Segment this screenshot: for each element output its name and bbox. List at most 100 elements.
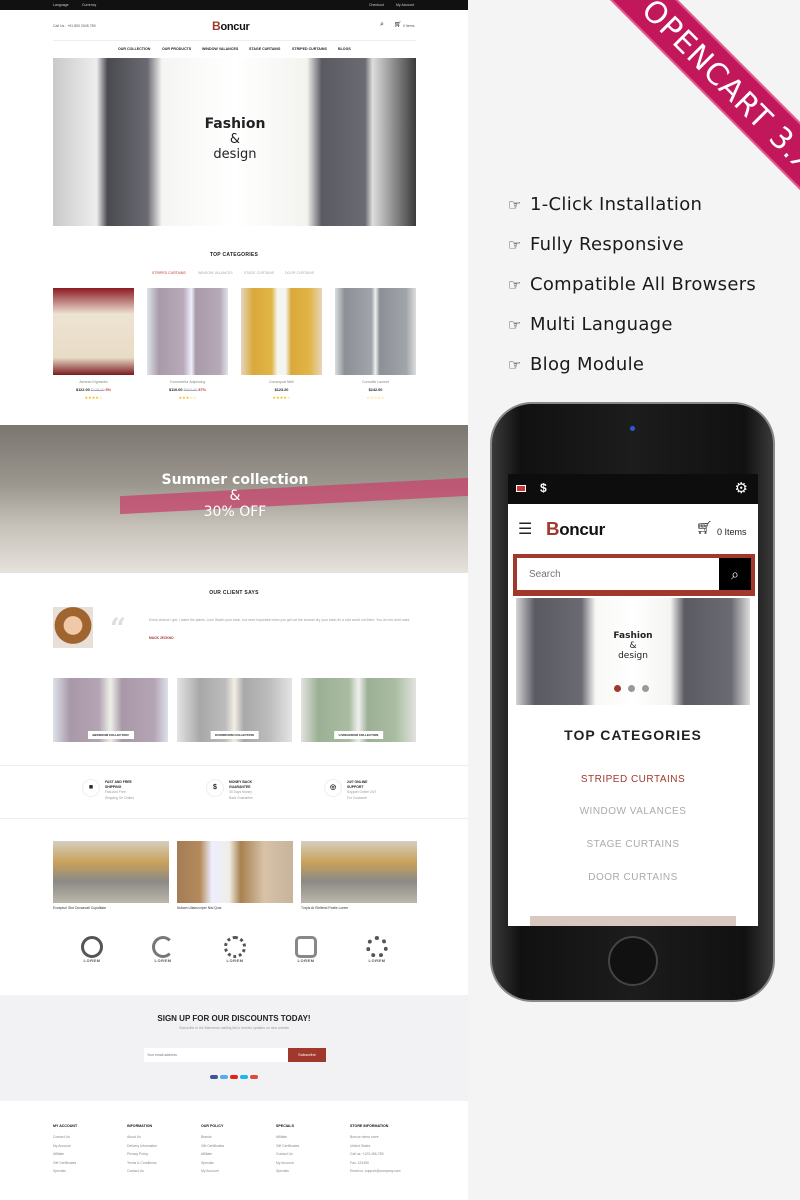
nav-item[interactable]: WINDOW VALANCES (202, 47, 238, 51)
search-button[interactable]: ⌕ (719, 558, 751, 590)
footer-link[interactable]: Gift Certificates (201, 1142, 224, 1151)
slider-dot[interactable] (628, 685, 635, 692)
footer-text: Fax: 123456 (350, 1160, 369, 1165)
footer-link[interactable]: Brands (201, 1133, 224, 1142)
footer-link[interactable]: Affiliate (53, 1150, 77, 1159)
currency-button[interactable]: $ (540, 481, 547, 495)
language-link[interactable]: Language (53, 3, 69, 7)
tab-striped[interactable]: STRIPED CURTAINS (152, 271, 186, 275)
blog-image[interactable] (177, 841, 293, 903)
currency-link[interactable]: Currency (82, 3, 96, 7)
footer-link[interactable]: Specials (276, 1167, 299, 1176)
footer-link[interactable]: Specials (53, 1167, 77, 1176)
logo[interactable]: Boncur (212, 19, 250, 33)
footer-link[interactable]: Contact Us (127, 1167, 157, 1176)
hand-pointer-icon: ☞ (508, 356, 522, 374)
cart-count[interactable]: 0 Items (403, 24, 414, 28)
brand-logo[interactable]: LOREM (77, 936, 107, 963)
feature-item: ☞ Compatible All Browsers (508, 274, 757, 295)
footer-link[interactable]: Terms & Conditions (127, 1159, 157, 1168)
nav-item[interactable]: STRIPED CURTAINS (292, 47, 327, 51)
footer-link[interactable]: My Account (53, 1142, 77, 1151)
product-image[interactable] (335, 288, 416, 375)
product-name[interactable]: Aenean Dignissim (53, 380, 134, 384)
footer-link[interactable]: My Account (201, 1167, 224, 1176)
product-image[interactable] (241, 288, 322, 375)
hand-pointer-icon: ☞ (508, 236, 522, 254)
product-image[interactable] (53, 288, 134, 375)
brand-logo[interactable]: LOREM (148, 936, 178, 963)
menu-icon[interactable]: ☰ (518, 519, 532, 539)
slider-dot[interactable] (642, 685, 649, 692)
mobile-cart-count[interactable]: 0 Items (717, 527, 747, 537)
nav-item[interactable]: OUR COLLECTION (118, 47, 150, 51)
my-account-link[interactable]: My Account (396, 3, 414, 7)
blog-image[interactable] (301, 841, 417, 903)
nav-item[interactable]: OUR PRODUCTS (162, 47, 191, 51)
footer-link[interactable]: Contact Us (276, 1150, 299, 1159)
facebook-icon[interactable] (210, 1075, 218, 1079)
newsletter-title: SIGN UP FOR OUR DISCOUNTS TODAY! (157, 1014, 311, 1023)
product-name[interactable]: Convallis Laoreet (335, 380, 416, 384)
footer-link[interactable]: About Us (127, 1133, 157, 1142)
service-support: 24/7 ONLINE SUPPORT Support Online 24/7 For… (347, 780, 377, 800)
search-icon[interactable]: ⌕ (380, 21, 384, 29)
blog-title[interactable]: Turpis At Eleifend Featis Lorem (301, 906, 348, 910)
collection-bedroom[interactable]: BEDROOM COLLECTION (53, 678, 168, 742)
footer-link[interactable]: Affiliate (201, 1150, 224, 1159)
footer-link[interactable]: Delivery Information (127, 1142, 157, 1151)
nav-item[interactable]: STAGE CURTAINS (249, 47, 280, 51)
footer-link[interactable]: Specials (201, 1159, 224, 1168)
cart-icon[interactable]: 🛒︎ (696, 520, 713, 536)
brand-logo[interactable]: LOREM (362, 936, 392, 963)
product-name[interactable]: Consequat Nibh (241, 380, 322, 384)
rating-stars: ★★★★☆ (272, 395, 291, 400)
cart-icon[interactable]: 🛒︎ (394, 21, 402, 28)
brand-logo[interactable]: LOREM (220, 936, 250, 963)
mobile-category[interactable]: STAGE CURTAINS (508, 839, 758, 850)
mobile-product-image[interactable] (530, 916, 736, 926)
flag-icon[interactable] (516, 485, 526, 492)
banner-line1: Summer collection (161, 472, 309, 488)
tab-door[interactable]: DOOR CURTAINS (285, 271, 314, 275)
settings-icon[interactable]: ⚙ (735, 479, 748, 497)
google-plus-icon[interactable] (250, 1075, 258, 1079)
home-button[interactable] (608, 936, 658, 986)
blog-image[interactable] (53, 841, 169, 903)
truck-icon: ■ (82, 779, 100, 797)
email-input[interactable] (144, 1048, 288, 1062)
mobile-category[interactable]: STRIPED CURTAINS (508, 774, 758, 785)
tab-window[interactable]: WINDOW VALANCES (198, 271, 233, 275)
mobile-search-input[interactable] (517, 558, 719, 590)
footer-link[interactable]: Affiliate (276, 1133, 299, 1142)
slider-dot[interactable] (614, 685, 621, 692)
youtube-icon[interactable] (230, 1075, 238, 1079)
collection-doorroom[interactable]: DOORROOM COLLECTION (177, 678, 292, 742)
twitter-icon[interactable] (220, 1075, 228, 1079)
checkout-link[interactable]: Checkout (369, 3, 384, 7)
footer-link[interactable]: My Account (276, 1159, 299, 1168)
mobile-logo[interactable]: Boncur (546, 518, 605, 540)
footer-link[interactable]: Privacy Policy (127, 1150, 157, 1159)
footer-link[interactable]: Gift Certificates (276, 1142, 299, 1151)
footer-link[interactable]: Contact Us (53, 1133, 77, 1142)
nav-item[interactable]: BLOGS (338, 47, 351, 51)
mobile-category[interactable]: DOOR CURTAINS (508, 872, 758, 883)
blog-title[interactable]: Excepturi Sint Occaecati Cupiditate (53, 906, 106, 910)
footer-link[interactable]: Gift Certificates (53, 1159, 77, 1168)
product-image[interactable] (147, 288, 228, 375)
collection-livingroom[interactable]: LIVINGROOM COLLECTION (301, 678, 416, 742)
subscribe-button[interactable]: Subscribe (288, 1048, 326, 1062)
service-money-back: MONEY BACK GUARANTEE 30 Days Money Back Gua… (229, 780, 253, 800)
brand-logo[interactable]: LOREM (291, 936, 321, 963)
divider (53, 40, 416, 41)
vimeo-icon[interactable] (240, 1075, 248, 1079)
slider-dots (614, 685, 649, 692)
mobile-category[interactable]: WINDOW VALANCES (508, 806, 758, 817)
product-name[interactable]: Consectetur Adipiscing (147, 380, 228, 384)
blog-title[interactable]: Nullam Ullamcorper Nisl Quis (177, 906, 221, 910)
testimonial-quote: Every chance I get, I water the plants. … (149, 618, 410, 622)
footer-store-info: STORE INFORMATION Boncur demo store United… (350, 1124, 401, 1176)
mobile-hero-caption: Fashion & design (613, 631, 653, 661)
tab-stage[interactable]: STAGE CURTAINS (244, 271, 274, 275)
